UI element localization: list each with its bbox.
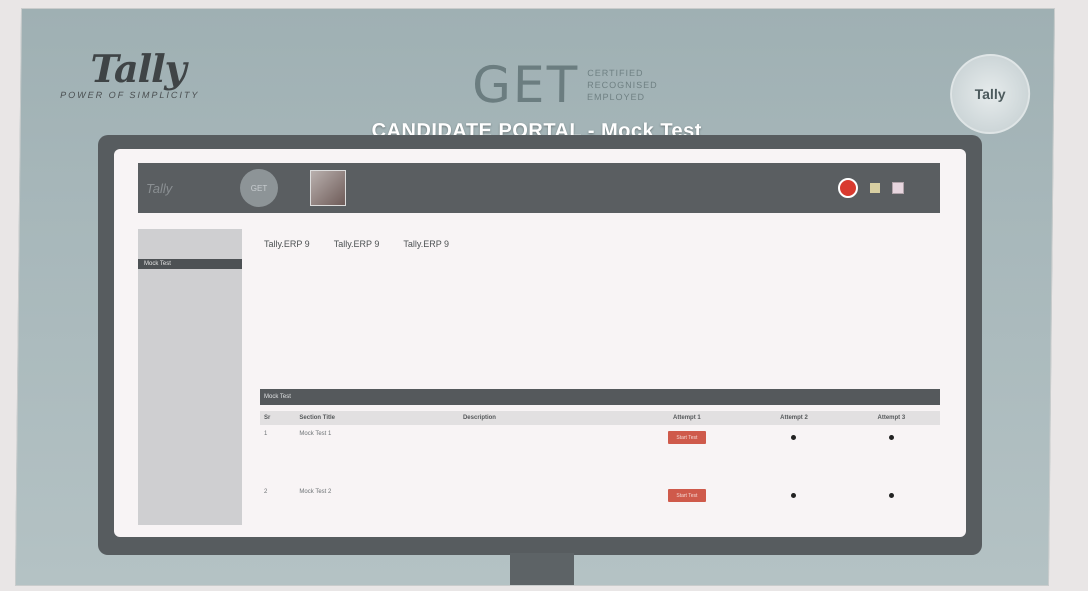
monitor-frame: Tally GET Mock Test Tally.ERP 9 Tally.ER… — [98, 135, 982, 555]
tally-logo: Tally — [90, 46, 186, 91]
instruction-line — [260, 355, 940, 366]
monitor-screen: Tally GET Mock Test Tally.ERP 9 Tally.ER… — [114, 149, 966, 537]
table-row: 1 Mock Test 1 Start Test — [260, 431, 940, 444]
row-attempt-2 — [745, 489, 842, 502]
start-test-button[interactable]: Start Test — [667, 489, 706, 502]
attempt-dot-icon — [888, 435, 894, 440]
row-sr: 2 — [264, 489, 268, 495]
header-get-badge: GET — [240, 169, 278, 207]
sidebar-item-1[interactable] — [138, 229, 242, 239]
attempt-dot-icon — [791, 435, 797, 440]
get-logo-text: GET — [471, 56, 580, 114]
sidebar-item-6[interactable] — [138, 279, 242, 289]
power-icon[interactable] — [838, 178, 858, 198]
sidebar-item-7[interactable] — [138, 289, 242, 299]
seal-text: Tally — [974, 86, 1006, 102]
tab-1[interactable]: Tally.ERP 9 — [264, 239, 310, 249]
instruction-line — [260, 333, 940, 344]
instruction-line — [260, 344, 940, 355]
get-word-certified: CERTIFIED — [587, 68, 644, 78]
home-icon[interactable] — [870, 183, 880, 193]
col-section-title: Section Title — [299, 415, 335, 421]
tab-bar: Tally.ERP 9 Tally.ERP 9 Tally.ERP 9 — [264, 239, 449, 249]
col-attempt-2: Attempt 2 — [780, 415, 808, 421]
row-title: Mock Test 2 — [299, 489, 332, 495]
get-logo-words: CERTIFIED RECOGNISED EMPLOYED — [587, 67, 658, 103]
tab-3[interactable]: Tally.ERP 9 — [403, 239, 449, 249]
start-test-button[interactable]: Start Test — [667, 431, 706, 444]
mock-test-section-bar: Mock Test — [260, 389, 940, 405]
row-description — [463, 489, 629, 502]
instruction-line — [260, 289, 940, 300]
instruction-line — [260, 278, 940, 289]
get-word-employed: EMPLOYED — [586, 92, 646, 102]
row-title: Mock Test 1 — [299, 431, 332, 437]
avatar — [310, 170, 346, 206]
tally-tagline: POWER OF SIMPLICITY — [60, 90, 200, 100]
sidebar: Mock Test — [138, 229, 242, 525]
row-attempt-3 — [843, 489, 940, 502]
sidebar-item-8[interactable] — [138, 299, 242, 309]
instruction-line — [260, 267, 940, 278]
table-row: 2 Mock Test 2 Start Test — [260, 489, 940, 502]
instruction-line — [260, 322, 940, 333]
instruction-line — [260, 311, 940, 322]
sidebar-item-5[interactable] — [138, 269, 242, 279]
instructions-block — [260, 267, 940, 366]
col-attempt-1: Attempt 1 — [673, 415, 701, 421]
sidebar-item-10[interactable] — [138, 319, 242, 329]
attempt-dot-icon — [791, 493, 797, 498]
sidebar-item-3[interactable] — [138, 249, 242, 259]
sidebar-item-12[interactable] — [138, 339, 242, 349]
sidebar-item-9[interactable] — [138, 309, 242, 319]
row-attempt-3 — [843, 431, 940, 444]
sidebar-item-11[interactable] — [138, 329, 242, 339]
monitor-stand — [510, 553, 574, 585]
row-attempt-1: Start Test — [628, 489, 745, 502]
get-word-recognised: RECOGNISED — [587, 80, 658, 90]
col-description: Description — [462, 415, 496, 421]
app-header: Tally GET — [138, 163, 940, 213]
instruction-line — [260, 300, 940, 311]
row-attempt-1: Start Test — [628, 431, 745, 444]
sidebar-item-mock-test[interactable]: Mock Test — [138, 259, 242, 269]
tab-2[interactable]: Tally.ERP 9 — [334, 239, 380, 249]
col-sr: Sr — [264, 415, 271, 421]
sidebar-item-13[interactable] — [138, 349, 242, 359]
col-attempt-3: Attempt 3 — [877, 415, 906, 421]
row-attempt-2 — [745, 431, 842, 444]
header-logo: Tally — [146, 180, 173, 196]
sidebar-item-2[interactable] — [138, 239, 242, 249]
attempt-dot-icon — [888, 493, 894, 498]
logout-icon[interactable] — [892, 182, 904, 194]
table-header: Sr Section Title Description Attempt 1 A… — [260, 411, 940, 425]
get-logo: GET CERTIFIED RECOGNISED EMPLOYED — [472, 56, 658, 114]
header-actions — [838, 178, 904, 198]
row-sr: 1 — [264, 431, 268, 437]
row-description — [463, 431, 629, 444]
